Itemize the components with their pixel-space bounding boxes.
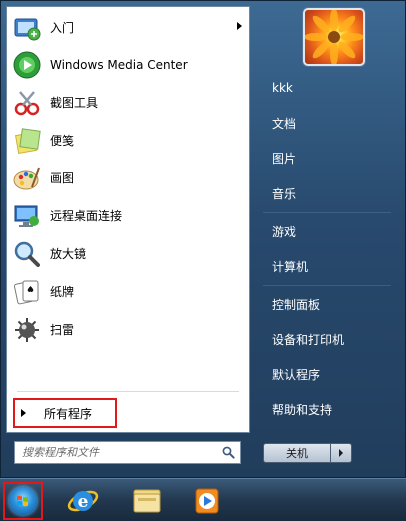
user-folder-link[interactable]: kkk xyxy=(263,72,393,104)
media-player-icon[interactable] xyxy=(184,483,230,519)
expand-arrow-icon xyxy=(21,409,26,417)
minesweeper-icon xyxy=(10,313,44,347)
getting-started-icon xyxy=(10,11,44,45)
separator xyxy=(263,285,391,286)
all-programs-label: 所有程序 xyxy=(44,406,93,421)
right-item-label: 文档 xyxy=(272,116,297,131)
right-item-label: 图片 xyxy=(272,151,297,166)
windows-logo-icon xyxy=(9,487,37,515)
shutdown-options-button[interactable] xyxy=(331,443,352,463)
right-item-label: 设备和打印机 xyxy=(272,332,345,347)
shutdown-group: 关机 xyxy=(263,443,352,463)
search-box[interactable] xyxy=(14,441,241,464)
snipping-tool-icon xyxy=(10,86,44,120)
programs-pane: 入门 Windows Media Center 截图工具 便笺 画图 远程桌面连… xyxy=(6,6,250,433)
program-getting-started[interactable]: 入门 xyxy=(7,9,249,46)
internet-explorer-icon[interactable]: e xyxy=(60,483,106,519)
program-label: Windows Media Center xyxy=(50,57,188,72)
start-button[interactable] xyxy=(3,482,43,520)
media-center-icon xyxy=(10,48,44,82)
user-picture[interactable] xyxy=(303,8,365,66)
windows-explorer-icon[interactable] xyxy=(124,483,170,519)
right-item-label: 游戏 xyxy=(272,224,297,239)
flower-picture-icon xyxy=(305,10,363,64)
program-label: 入门 xyxy=(50,21,75,35)
sticky-notes-icon xyxy=(10,124,44,158)
default-programs-link[interactable]: 默认程序 xyxy=(263,358,393,390)
program-label: 放大镜 xyxy=(50,247,87,261)
devices-printers-link[interactable]: 设备和打印机 xyxy=(263,323,393,355)
documents-link[interactable]: 文档 xyxy=(263,107,393,139)
svg-text:e: e xyxy=(78,492,89,512)
program-label: 远程桌面连接 xyxy=(50,209,123,223)
solitaire-icon xyxy=(10,275,44,309)
computer-link[interactable]: 计算机 xyxy=(263,250,393,282)
separator xyxy=(263,212,391,213)
pictures-link[interactable]: 图片 xyxy=(263,142,393,174)
search-input[interactable] xyxy=(22,443,217,462)
separator xyxy=(17,391,239,392)
right-item-label: 默认程序 xyxy=(272,367,321,382)
right-item-label: kkk xyxy=(272,81,293,95)
magnifier-icon xyxy=(10,237,44,271)
remote-desktop-icon xyxy=(10,199,44,233)
program-magnifier[interactable]: 放大镜 xyxy=(7,235,249,272)
program-label: 纸牌 xyxy=(50,285,75,299)
taskbar: e xyxy=(0,478,406,521)
program-label: 扫雷 xyxy=(50,323,75,337)
submenu-arrow-icon xyxy=(237,22,242,30)
program-label: 便笺 xyxy=(50,134,75,148)
program-minesweeper[interactable]: 扫雷 xyxy=(7,311,249,348)
right-item-label: 控制面板 xyxy=(272,297,321,312)
right-item-label: 帮助和支持 xyxy=(272,402,333,417)
arrow-right-icon xyxy=(339,449,343,457)
program-label: 画图 xyxy=(50,171,75,185)
paint-icon xyxy=(10,161,44,195)
right-item-label: 音乐 xyxy=(272,186,297,201)
all-programs-button[interactable]: 所有程序 xyxy=(13,398,117,428)
shutdown-button[interactable]: 关机 xyxy=(263,443,331,463)
program-label: 截图工具 xyxy=(50,96,99,110)
program-remote-desktop[interactable]: 远程桌面连接 xyxy=(7,197,249,234)
music-link[interactable]: 音乐 xyxy=(263,177,393,209)
program-solitaire[interactable]: 纸牌 xyxy=(7,273,249,310)
search-icon[interactable] xyxy=(222,446,235,462)
program-snipping-tool[interactable]: 截图工具 xyxy=(7,84,249,121)
help-support-link[interactable]: 帮助和支持 xyxy=(263,393,393,425)
right-item-label: 计算机 xyxy=(272,259,309,274)
start-menu: 入门 Windows Media Center 截图工具 便笺 画图 远程桌面连… xyxy=(0,0,406,478)
program-sticky-notes[interactable]: 便笺 xyxy=(7,122,249,159)
control-panel-link[interactable]: 控制面板 xyxy=(263,288,393,320)
program-windows-media-center[interactable]: Windows Media Center xyxy=(7,46,249,83)
games-link[interactable]: 游戏 xyxy=(263,215,393,247)
program-paint[interactable]: 画图 xyxy=(7,159,249,196)
